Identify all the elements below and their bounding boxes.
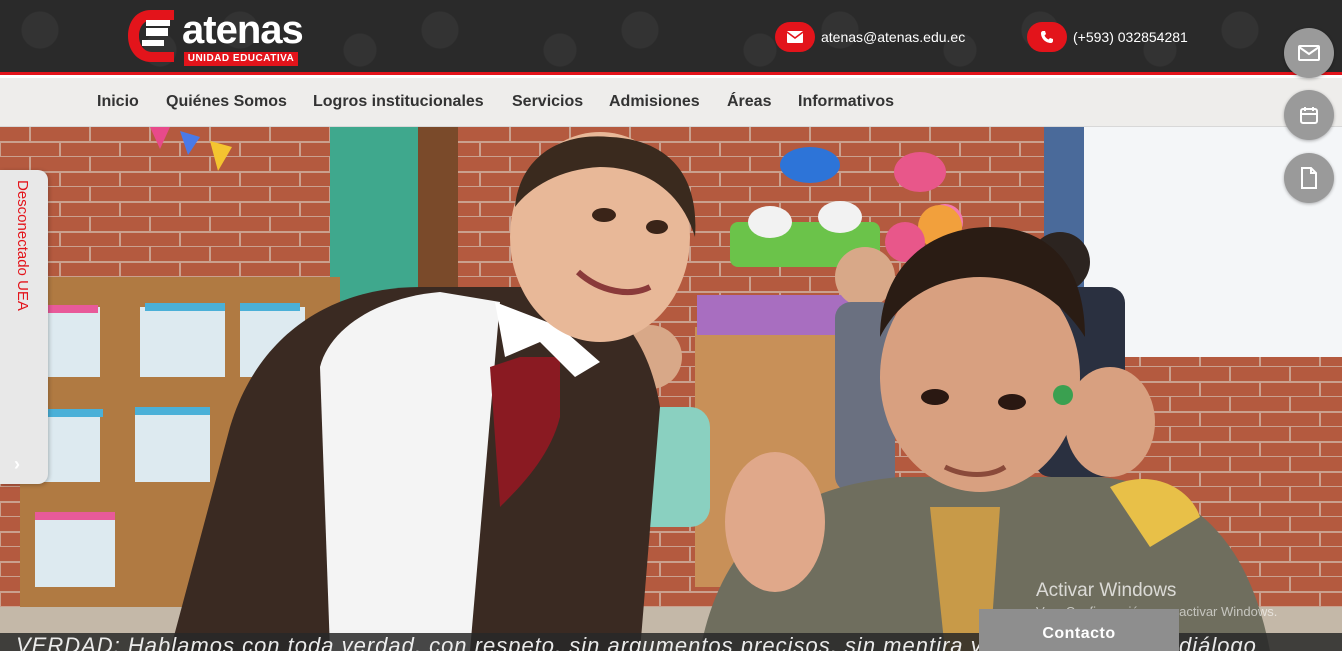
phone-text[interactable]: (+593) 032854281 (1073, 29, 1188, 45)
nav-item-inicio[interactable]: Inicio (97, 93, 139, 111)
logo-subtitle: UNIDAD EDUCATIVA (184, 52, 298, 66)
email-contact[interactable]: atenas@atenas.edu.ec (775, 22, 965, 52)
document-icon (1301, 167, 1317, 189)
nav-item-logros[interactable]: Logros institucionales (313, 93, 484, 111)
float-document-button[interactable] (1284, 153, 1334, 203)
phone-icon (1027, 22, 1067, 52)
windows-watermark-title: Activar Windows (1036, 580, 1177, 601)
nav-item-areas[interactable]: Áreas (727, 93, 771, 111)
hero-photo (0, 127, 1342, 651)
contacto-button[interactable]: Contacto (979, 609, 1179, 651)
main-nav: Inicio Quiénes Somos Logros instituciona… (0, 78, 1342, 127)
envelope-icon (1298, 45, 1320, 61)
hero-slider[interactable] (0, 127, 1342, 651)
side-tab-label: Desconectado UEA (14, 180, 31, 311)
nav-item-servicios[interactable]: Servicios (512, 93, 583, 111)
phone-contact[interactable]: (+593) 032854281 (1027, 22, 1188, 52)
offline-side-tab[interactable]: Desconectado UEA › (0, 170, 48, 484)
chevron-right-icon[interactable]: › (14, 454, 20, 475)
nav-item-quienes-somos[interactable]: Quiénes Somos (166, 93, 287, 111)
site-logo[interactable]: atenas UNIDAD EDUCATIVA (124, 6, 304, 68)
top-header: atenas UNIDAD EDUCATIVA atenas@atenas.ed… (0, 0, 1342, 75)
float-envelope-button[interactable] (1284, 28, 1334, 78)
float-calendar-button[interactable] (1284, 90, 1334, 140)
nav-item-admisiones[interactable]: Admisiones (609, 93, 700, 111)
email-text[interactable]: atenas@atenas.edu.ec (821, 29, 965, 45)
logo-wordmark: atenas (182, 8, 304, 52)
nav-item-informativos[interactable]: Informativos (798, 93, 894, 111)
envelope-icon (775, 22, 815, 52)
calendar-icon (1300, 107, 1318, 124)
logo-mark-icon (128, 10, 174, 62)
